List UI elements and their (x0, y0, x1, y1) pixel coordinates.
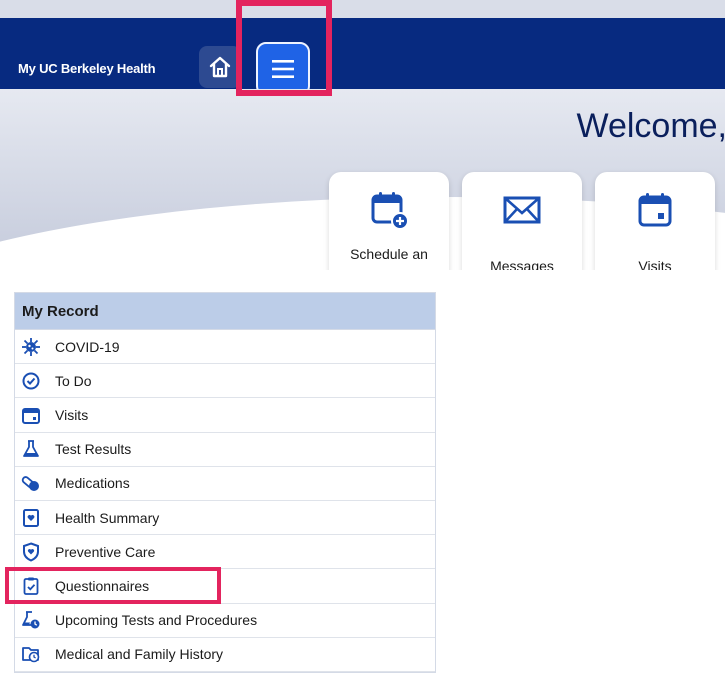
virus-icon (22, 337, 40, 356)
menu-item-label: Preventive Care (55, 543, 156, 560)
menu-item-label: Upcoming Tests and Procedures (55, 612, 258, 629)
menu-item-label: Medical and Family History (55, 646, 224, 663)
menu-item-questionnaires[interactable]: Questionnaires (15, 569, 435, 604)
menu-item-medications[interactable]: Medications (15, 466, 435, 501)
pill-icon (21, 476, 39, 492)
visits-card-label: Visits (638, 258, 672, 270)
clock-check-icon (22, 372, 40, 390)
messages-card[interactable]: Messages (462, 172, 582, 270)
shield-icon (23, 542, 39, 562)
menu-item-label: COVID-19 (55, 338, 120, 355)
clipboard-check-icon (23, 577, 39, 595)
flask-icon (23, 440, 39, 458)
calendar-icon (22, 407, 40, 424)
menu-item-preventive-care[interactable]: Preventive Care (15, 535, 435, 570)
menu-button[interactable] (256, 42, 310, 96)
menu-item-label: Test Results (55, 441, 132, 458)
health-summary-icon (23, 508, 39, 527)
menu-item-visits[interactable]: Visits (15, 398, 435, 433)
visits-card[interactable]: Visits (595, 172, 715, 270)
app-screenshot-top: My UC Berkeley Health Welcome, Schedule … (0, 0, 725, 270)
app-header: My UC Berkeley Health (0, 18, 725, 96)
menu-item-health-summary[interactable]: Health Summary (15, 500, 435, 536)
flask-clock-icon (22, 611, 40, 629)
brand-title: My UC Berkeley Health (18, 61, 156, 76)
hamburger-icon (272, 60, 294, 78)
menu-section-header: My Record (15, 293, 435, 330)
menu-item-test-results[interactable]: Test Results (15, 432, 435, 467)
menu-item-to-do[interactable]: To Do (15, 364, 435, 399)
menu-item-label: Medications (55, 475, 130, 492)
menu-item-label: Visits (55, 406, 89, 423)
welcome-heading: Welcome, (576, 107, 725, 145)
menu-item-upcoming-tests[interactable]: Upcoming Tests and Procedures (15, 603, 435, 638)
menu-item-label: Questionnaires (55, 577, 150, 594)
menu-item-covid-19[interactable]: COVID-19 (15, 330, 435, 365)
envelope-icon (503, 196, 541, 224)
menu-item-label: Health Summary (55, 509, 160, 526)
messages-card-label: Messages (490, 258, 554, 270)
my-record-menu: My Record COVID-19 To Do Visits Test Res… (14, 292, 436, 673)
menu-item-medical-family-history[interactable]: Medical and Family History (15, 637, 435, 672)
home-icon (209, 56, 231, 78)
schedule-card-label: Schedule an (350, 246, 428, 262)
calendar-plus-icon (371, 192, 409, 230)
menu-item-label: To Do (55, 372, 92, 389)
home-button[interactable] (199, 46, 241, 88)
calendar-icon (638, 193, 672, 227)
folder-clock-icon (22, 647, 40, 663)
schedule-card[interactable]: Schedule an (329, 172, 449, 270)
